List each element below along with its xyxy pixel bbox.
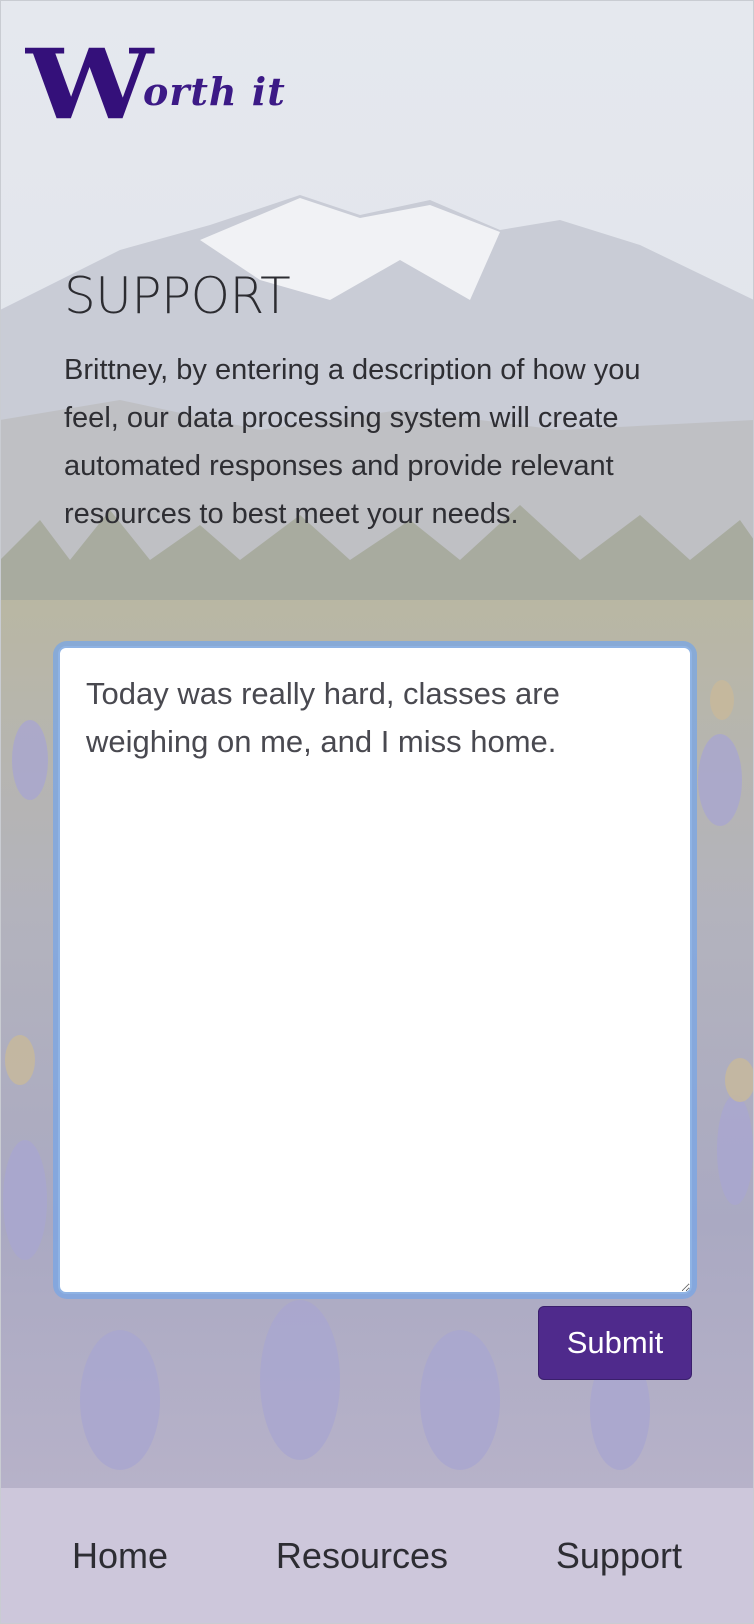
- page-description: Brittney, by entering a description of h…: [64, 354, 641, 530]
- submit-button[interactable]: Submit: [538, 1306, 692, 1380]
- feelings-input-container: Today was really hard, classes are weigh…: [58, 646, 692, 1294]
- feelings-textarea[interactable]: Today was really hard, classes are weigh…: [58, 646, 692, 1294]
- nav-resources[interactable]: Resources: [276, 1535, 448, 1577]
- brand-logo[interactable]: W orth it: [26, 28, 286, 141]
- nav-support[interactable]: Support: [556, 1535, 682, 1577]
- page-title: SUPPORT: [64, 267, 291, 325]
- footer-nav: Home Resources Support: [0, 1488, 754, 1624]
- logo-wordmark: orth it: [143, 69, 286, 114]
- nav-home[interactable]: Home: [72, 1535, 168, 1577]
- logo-initial: W: [26, 28, 154, 141]
